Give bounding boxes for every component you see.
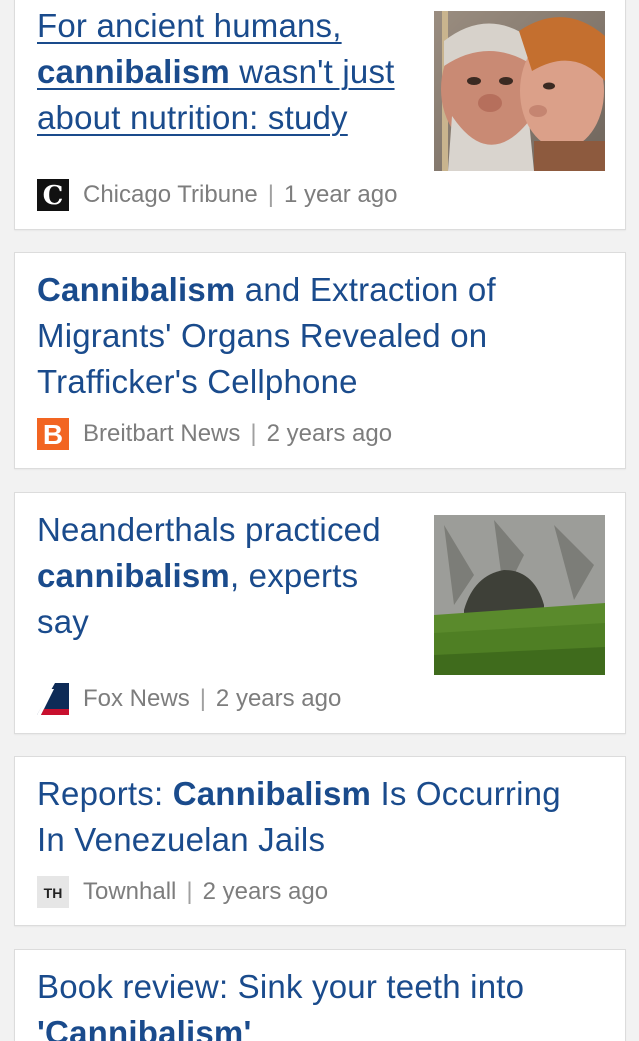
townhall-logo-icon: TH bbox=[37, 876, 69, 908]
article-card[interactable]: For ancient humans, cannibalism wasn't j… bbox=[14, 0, 626, 230]
meta-separator: | bbox=[186, 878, 193, 905]
source-name[interactable]: Fox News bbox=[83, 683, 190, 715]
title-keyword: Cannibalism bbox=[37, 271, 236, 308]
article-meta: C Chicago Tribune | 1 year ago bbox=[37, 179, 397, 211]
title-keyword: cannibalism bbox=[37, 53, 230, 90]
title-text: For ancient humans, bbox=[37, 7, 342, 44]
article-card[interactable]: Cannibalism and Extraction of Migrants' … bbox=[14, 252, 626, 469]
title-text: Book review: Sink your teeth into bbox=[37, 968, 525, 1005]
source-name[interactable]: Townhall bbox=[83, 876, 176, 908]
article-meta: B Breitbart News | 2 years ago bbox=[37, 418, 392, 450]
title-keyword: cannibalism bbox=[37, 557, 230, 594]
article-age: 2 years ago bbox=[202, 878, 329, 905]
article-meta: TH Townhall | 2 years ago bbox=[37, 876, 328, 908]
article-card[interactable]: Reports: Cannibalism Is Occurring In Ven… bbox=[14, 756, 626, 926]
source-name[interactable]: Chicago Tribune bbox=[83, 179, 258, 211]
article-title-link[interactable]: Book review: Sink your teeth into 'Canni… bbox=[37, 964, 597, 1041]
svg-text:B: B bbox=[43, 419, 63, 450]
meta-separator: | bbox=[250, 420, 257, 447]
title-text: Neanderthals practiced bbox=[37, 511, 381, 548]
news-feed: For ancient humans, cannibalism wasn't j… bbox=[0, 0, 639, 1041]
article-card[interactable]: Neanderthals practiced cannibalism, expe… bbox=[14, 492, 626, 734]
svg-text:C: C bbox=[43, 181, 64, 211]
title-keyword: 'Cannibalism' bbox=[37, 1014, 252, 1041]
article-meta: Fox News | 2 years ago bbox=[37, 683, 341, 715]
chicago-tribune-logo-icon: C bbox=[37, 179, 69, 211]
article-age: 2 years ago bbox=[215, 685, 342, 712]
meta-separator: | bbox=[199, 685, 206, 712]
meta-separator: | bbox=[267, 181, 275, 208]
article-title-link[interactable]: Cannibalism and Extraction of Migrants' … bbox=[37, 267, 597, 405]
title-text: Reports: bbox=[37, 775, 173, 812]
article-title-link[interactable]: Reports: Cannibalism Is Occurring In Ven… bbox=[37, 771, 597, 863]
neanderthal-reconstructions-image[interactable] bbox=[434, 11, 605, 171]
svg-text:TH: TH bbox=[44, 885, 63, 901]
article-title-link[interactable]: Neanderthals practiced cannibalism, expe… bbox=[37, 507, 407, 645]
breitbart-logo-icon: B bbox=[37, 418, 69, 450]
cave-entrance-image[interactable] bbox=[434, 515, 605, 675]
article-card[interactable]: Book review: Sink your teeth into 'Canni… bbox=[14, 949, 626, 1041]
source-name[interactable]: Breitbart News bbox=[83, 418, 240, 450]
title-keyword: Cannibalism bbox=[172, 775, 372, 812]
article-title-link[interactable]: For ancient humans, cannibalism wasn't j… bbox=[37, 3, 417, 141]
article-age: 1 year ago bbox=[284, 181, 398, 208]
article-age: 2 years ago bbox=[266, 420, 393, 447]
fox-news-logo-icon bbox=[37, 683, 69, 715]
